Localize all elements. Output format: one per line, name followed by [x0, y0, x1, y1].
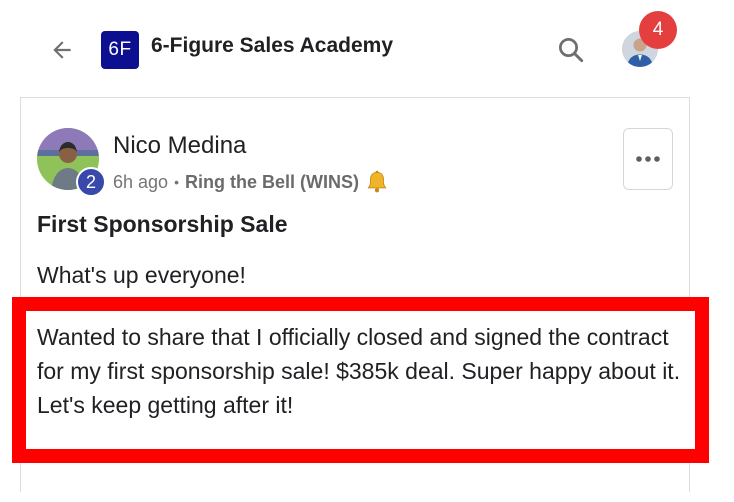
post-title: First Sponsorship Sale — [37, 211, 288, 237]
group-logo[interactable]: 6F — [101, 31, 139, 69]
search-button[interactable] — [551, 30, 591, 70]
post-meta: 6h ago • Ring the Bell (WINS) — [113, 169, 390, 195]
bell-icon — [364, 169, 390, 195]
search-icon — [559, 38, 584, 63]
more-options-icon — [636, 156, 660, 162]
post-timestamp: 6h ago — [113, 171, 169, 192]
post-greeting: What's up everyone! — [37, 262, 246, 288]
group-name: 6-Figure Sales Academy — [151, 34, 393, 57]
notification-badge[interactable]: 4 — [639, 11, 677, 49]
author-name[interactable]: Nico Medina — [113, 132, 246, 160]
author-level-badge: 2 — [76, 167, 106, 197]
post-options-button[interactable] — [623, 128, 673, 190]
post-category-link[interactable]: Ring the Bell (WINS) — [185, 172, 359, 193]
meta-separator: • — [174, 174, 179, 190]
post-body-text: Wanted to share that I officially closed… — [37, 324, 681, 418]
back-arrow-icon — [53, 41, 71, 59]
back-button[interactable] — [40, 28, 84, 72]
